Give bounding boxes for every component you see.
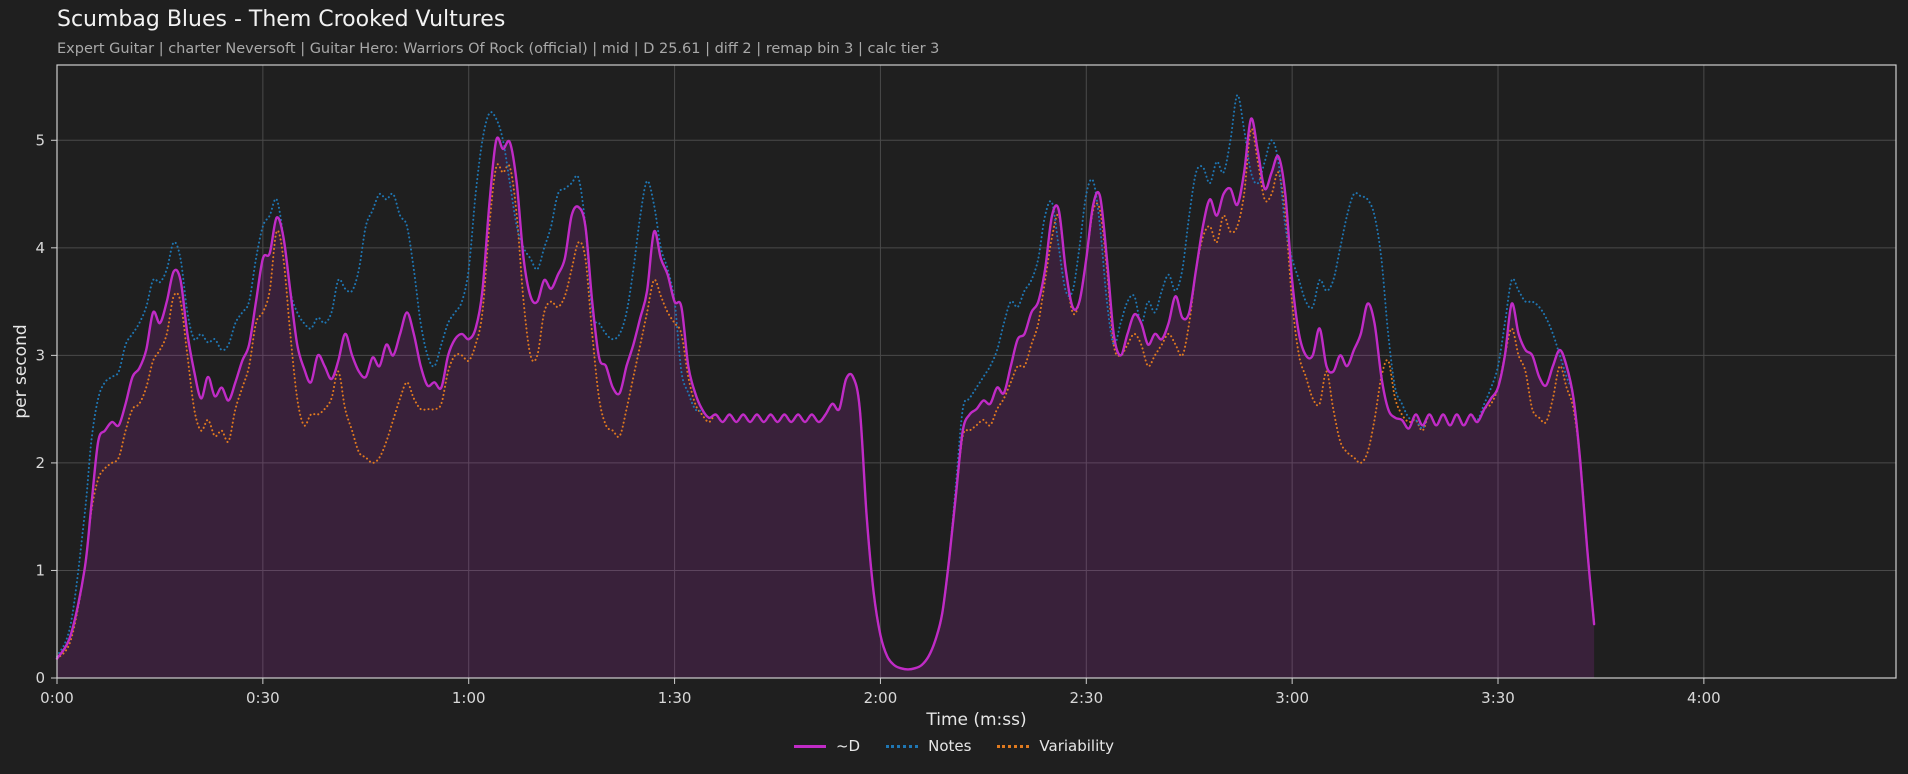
y-tick-label: 5 [35,131,45,149]
x-tick-label: 0:30 [246,689,280,707]
y-axis-label: per second [11,324,31,418]
legend-label-d: ~D [835,737,861,755]
area-fill-layer [57,118,1595,678]
legend-swatch-notes [886,744,919,748]
x-axis-label: Time (m:ss) [925,710,1026,730]
y-tick-label: 2 [35,454,45,472]
legend-label-notes: Notes [928,737,972,755]
y-tick-label: 4 [35,239,45,257]
x-tick-label: 2:00 [864,689,898,707]
x-tick-label: 3:30 [1481,689,1515,707]
x-tick-label: 3:00 [1275,689,1309,707]
legend-item-notes: Notes [886,737,971,755]
legend-swatch-variability [997,744,1030,748]
legend-label-variability: Variability [1039,737,1115,755]
series-area-d [57,118,1595,678]
y-tick-label: 3 [35,346,45,364]
legend-swatch-d [793,744,826,748]
x-tick-label: 0:00 [40,689,74,707]
legend: ~D Notes Variability [0,737,1908,755]
x-tick-label: 4:00 [1687,689,1721,707]
legend-item-d: ~D [793,737,861,755]
y-tick-label: 1 [35,561,45,579]
legend-item-variability: Variability [997,737,1114,755]
chart-plot: 0:00 0:30 1:00 1:30 2:00 2:30 3:00 3:30 4:00 0 1 2 3… [11,64,1897,730]
y-tick-label: 0 [35,669,45,687]
x-tick-label: 1:00 [452,689,486,707]
x-tick-label: 2:30 [1069,689,1103,707]
x-tick-label: 1:30 [658,689,692,707]
